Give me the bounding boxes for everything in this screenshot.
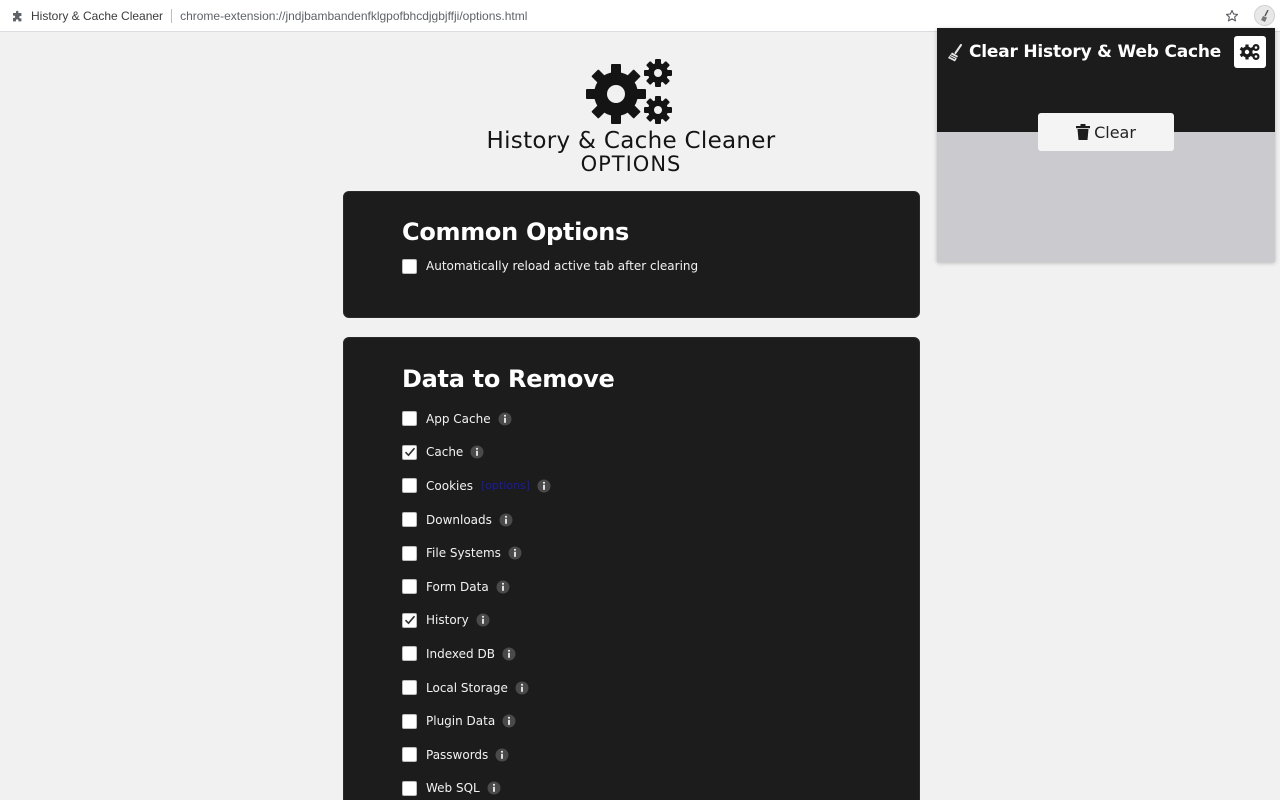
option-label-local-storage[interactable]: Local Storage [426, 681, 508, 695]
checkbox-cookies[interactable] [402, 478, 417, 494]
checkbox-indexed-db[interactable] [402, 646, 417, 662]
info-icon[interactable] [495, 748, 509, 762]
info-icon[interactable] [496, 580, 510, 594]
gears-icon [1239, 44, 1260, 60]
star-icon[interactable] [1223, 7, 1241, 25]
omnibox-divider [171, 8, 173, 23]
clear-button[interactable]: Clear [1038, 113, 1174, 151]
checkbox-downloads[interactable] [402, 512, 417, 528]
option-row-form-data: Form Data [402, 570, 919, 604]
option-row-passwords: Passwords [402, 738, 919, 772]
option-label-web-sql[interactable]: Web SQL [426, 781, 480, 795]
checkbox-file-systems[interactable] [402, 545, 417, 561]
broom-icon [948, 44, 962, 62]
extension-popup: Clear History & Web Cache Clear [937, 28, 1275, 262]
option-label-plugin-data[interactable]: Plugin Data [426, 714, 495, 728]
option-label-form-data[interactable]: Form Data [426, 580, 489, 594]
checkbox-web-sql[interactable] [402, 780, 417, 796]
option-row-plugin-data: Plugin Data [402, 704, 919, 738]
option-row-app-cache: App Cache [402, 402, 919, 436]
option-row-history: History [402, 604, 919, 638]
data-to-remove-card: Data to Remove App Cache Cache Cookies [opt… [343, 337, 920, 800]
broom-icon [1260, 9, 1269, 22]
extension-toolbar-button[interactable] [1254, 5, 1275, 26]
checkbox-form-data[interactable] [402, 579, 417, 595]
options-header: History & Cache Cleaner OPTIONS [400, 58, 862, 175]
option-row-local-storage: Local Storage [402, 671, 919, 705]
info-icon[interactable] [502, 714, 516, 728]
popup-title: Clear History & Web Cache [969, 42, 1222, 62]
checkbox-plugin-data[interactable] [402, 713, 417, 729]
option-label-indexed-db[interactable]: Indexed DB [426, 647, 495, 661]
option-label-history[interactable]: History [426, 613, 469, 627]
option-row-indexed-db: Indexed DB [402, 637, 919, 671]
option-label-cookies[interactable]: Cookies [426, 479, 473, 493]
popup-settings-button[interactable] [1234, 36, 1266, 68]
checkbox-local-storage[interactable] [402, 680, 417, 696]
info-icon[interactable] [487, 781, 501, 795]
checkbox-history[interactable] [402, 612, 417, 628]
option-label-cache[interactable]: Cache [426, 445, 463, 459]
info-icon[interactable] [470, 445, 484, 459]
option-label-passwords[interactable]: Passwords [426, 748, 488, 762]
checkbox-app-cache[interactable] [402, 411, 417, 427]
trash-icon [1076, 124, 1091, 140]
option-row-downloads: Downloads [402, 503, 919, 537]
checkbox-automatically-reload-active-tab-after-clearing[interactable] [402, 258, 417, 274]
data-to-remove-heading: Data to Remove [402, 365, 615, 393]
checkbox-cache[interactable] [402, 444, 417, 460]
info-icon[interactable] [508, 546, 522, 560]
option-label-automatically-reload-active-tab-after-clearing[interactable]: Automatically reload active tab after cl… [426, 259, 698, 273]
page-title: History & Cache Cleaner [486, 128, 776, 154]
option-row-automatically-reload-active-tab-after-clearing: Automatically reload active tab after cl… [402, 255, 919, 277]
gears-icon [586, 59, 672, 124]
puzzle-icon [12, 10, 24, 22]
info-icon[interactable] [502, 647, 516, 661]
data-to-remove-list: App Cache Cache Cookies [options] Downloads F… [402, 402, 919, 800]
option-label-file-systems[interactable]: File Systems [426, 546, 501, 560]
info-icon[interactable] [499, 513, 513, 527]
info-icon[interactable] [476, 613, 490, 627]
info-icon[interactable] [515, 681, 529, 695]
option-label-app-cache[interactable]: App Cache [426, 412, 491, 426]
option-label-downloads[interactable]: Downloads [426, 513, 492, 527]
checkbox-passwords[interactable] [402, 747, 417, 763]
clear-button-label: Clear [1094, 122, 1136, 142]
common-options-card: Common Options Automatically reload acti… [343, 191, 920, 318]
info-icon[interactable] [537, 479, 551, 493]
option-row-file-systems: File Systems [402, 536, 919, 570]
tab-strip-edge [864, 0, 1280, 3]
address-bar-url[interactable]: chrome-extension://jndjbambandenfklgpofb… [180, 9, 527, 23]
info-icon[interactable] [498, 412, 512, 426]
tab-title: History & Cache Cleaner [31, 8, 164, 23]
common-options-heading: Common Options [402, 218, 629, 246]
common-options-list: Automatically reload active tab after cl… [402, 255, 919, 277]
option-row-cache: Cache [402, 436, 919, 470]
page-subtitle: OPTIONS [580, 152, 682, 176]
option-row-web-sql: Web SQL [402, 772, 919, 800]
option-row-cookies: Cookies [options] [402, 469, 919, 503]
cookies-options-link[interactable]: [options] [481, 479, 530, 492]
